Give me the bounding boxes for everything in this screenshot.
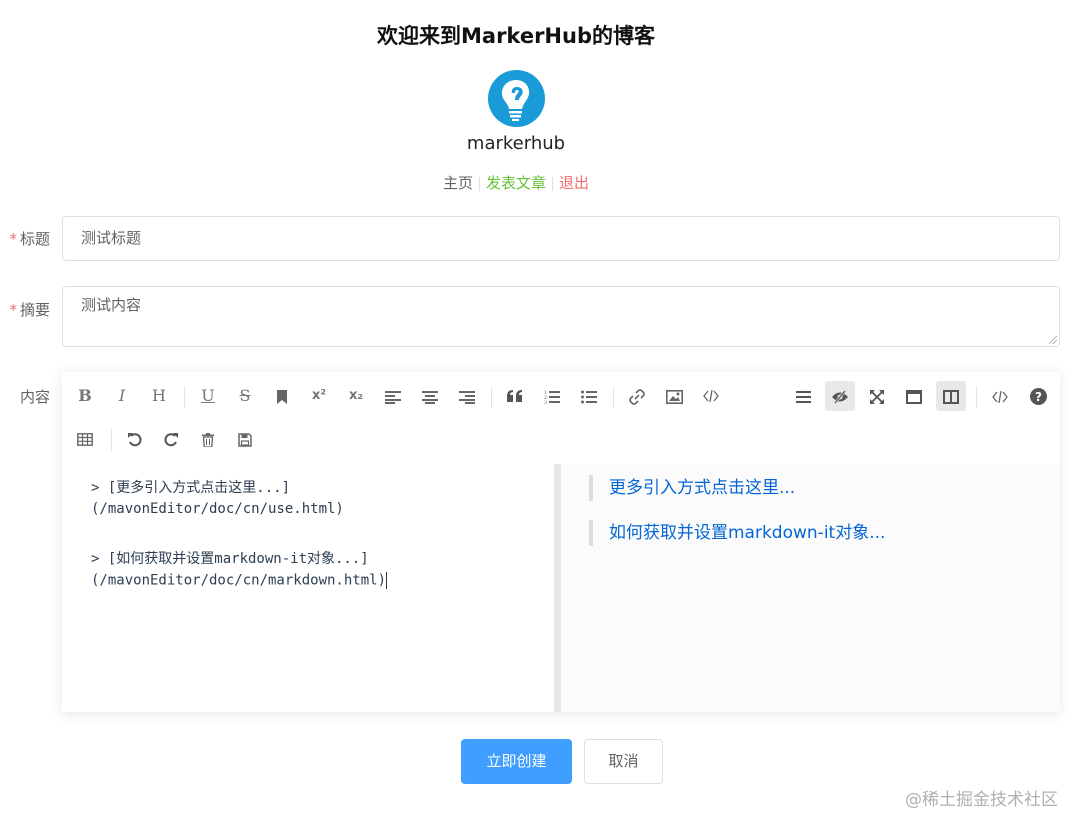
markdown-source-pane[interactable]: > [更多引入方式点击这里...] (/mavonEditor/doc/cn/u… (62, 464, 555, 712)
expand-icon (870, 389, 884, 404)
read-mode-button[interactable] (899, 381, 929, 411)
fullscreen-button[interactable] (862, 381, 892, 411)
unordered-list-button[interactable] (574, 381, 604, 411)
subscript-button[interactable]: x₂ (341, 381, 371, 411)
create-button[interactable]: 立即创建 (461, 739, 572, 784)
superscript-button[interactable]: x² (304, 381, 334, 411)
title-label-text: 标题 (19, 230, 50, 248)
eye-slash-icon (832, 389, 848, 404)
image-button[interactable] (659, 381, 689, 411)
code-icon (703, 389, 719, 402)
undo-icon (127, 433, 142, 447)
editor-toolbar-row-2 (62, 424, 462, 456)
table-icon (77, 433, 93, 446)
bold-button[interactable]: B (70, 381, 100, 411)
cancel-button[interactable]: 取消 (584, 739, 663, 784)
nav-logout-link[interactable]: 退出 (553, 174, 595, 192)
ordered-list-button[interactable]: 123 (537, 381, 567, 411)
preview-toggle-button[interactable] (825, 381, 855, 411)
align-center-button[interactable] (415, 381, 445, 411)
header-button[interactable]: H (144, 381, 174, 411)
redo-icon (163, 433, 178, 447)
navigation-button[interactable] (788, 381, 818, 411)
resize-handle[interactable] (1049, 336, 1057, 344)
code-button[interactable] (696, 381, 726, 411)
summary-label: * 摘要 (0, 299, 50, 320)
underline-button[interactable]: U (193, 381, 223, 411)
required-mark: * (9, 301, 17, 319)
markdown-editor: B I H U S x² x₂ 123 ? > [更多引入方式点击这里...] … (62, 372, 1060, 712)
align-left-button[interactable] (378, 381, 408, 411)
ordered-list-icon: 123 (544, 390, 560, 406)
title-label: * 标题 (0, 228, 50, 249)
username: markerhub (466, 133, 566, 154)
mark-button[interactable] (267, 381, 297, 411)
code-icon (992, 390, 1008, 403)
quote-icon (507, 390, 522, 402)
svg-text:?: ? (1035, 390, 1042, 404)
unordered-list-icon (581, 390, 597, 403)
svg-text:3: 3 (544, 400, 547, 404)
undo-button[interactable] (119, 424, 149, 454)
italic-button[interactable]: I (107, 381, 137, 411)
trash-button[interactable] (193, 424, 223, 454)
table-button[interactable] (70, 424, 100, 454)
source-line: > [更多引入方式点击这里...] (91, 480, 291, 496)
strikethrough-button[interactable]: S (230, 381, 260, 411)
help-icon: ? (1029, 388, 1047, 405)
save-icon (238, 432, 252, 447)
summary-label-text: 摘要 (19, 301, 50, 319)
toolbar-divider (976, 386, 977, 408)
preview-link[interactable]: 如何获取并设置markdown-it对象... (589, 520, 885, 546)
source-line: (/mavonEditor/doc/cn/use.html) (91, 501, 344, 517)
title-input[interactable]: 测试标题 (62, 216, 1060, 261)
required-mark: * (9, 230, 17, 248)
align-left-icon (385, 390, 401, 404)
trash-icon (202, 432, 214, 448)
top-nav: 主页 发表文章 退出 (0, 172, 1032, 193)
menu-icon (795, 390, 811, 403)
source-line: (/mavonEditor/doc/cn/markdown.html) (91, 572, 387, 589)
editor-toolbar: B I H U S x² x₂ 123 ? (62, 381, 1060, 413)
redo-button[interactable] (156, 424, 186, 454)
toolbar-divider (111, 429, 112, 451)
columns-icon (943, 389, 959, 404)
preview-pane: 更多引入方式点击这里... 如何获取并设置markdown-it对象... (561, 464, 1060, 712)
html-code-button[interactable] (985, 381, 1015, 411)
toolbar-divider (613, 386, 614, 408)
subfield-button[interactable] (936, 381, 966, 411)
bookmark-icon (277, 389, 287, 404)
link-icon (629, 388, 645, 405)
nav-home-link[interactable]: 主页 (437, 174, 479, 192)
toolbar-divider (491, 386, 492, 408)
align-right-button[interactable] (452, 381, 482, 411)
source-line: > [如何获取并设置markdown-it对象...] (91, 551, 369, 567)
page: 欢迎来到MarkerHub的博客 markerhub 主页 发表文章 退出 * 标题 … (0, 0, 1080, 830)
quote-button[interactable] (500, 381, 530, 411)
nav-post-link[interactable]: 发表文章 (480, 174, 552, 192)
summary-textarea[interactable]: 测试内容 (62, 286, 1060, 347)
preview-link[interactable]: 更多引入方式点击这里... (589, 475, 795, 501)
site-title: 欢迎来到MarkerHub的博客 (377, 24, 655, 48)
toolbar-divider (184, 386, 185, 408)
image-icon (665, 389, 683, 404)
pane-divider (554, 464, 561, 712)
summary-placeholder: 测试内容 (81, 296, 142, 314)
align-right-icon (459, 390, 475, 404)
content-label: 内容 (19, 388, 50, 406)
link-button[interactable] (622, 381, 652, 411)
source-line-with-caret: (/mavonEditor/doc/cn/markdown.html) (91, 572, 388, 589)
help-button[interactable]: ? (1023, 381, 1053, 411)
watermark: @稀土掘金技术社区 (905, 790, 1058, 810)
window-icon (906, 389, 922, 404)
text-caret (386, 572, 388, 589)
save-button[interactable] (230, 424, 260, 454)
avatar[interactable] (488, 70, 545, 127)
align-center-icon (422, 390, 438, 404)
